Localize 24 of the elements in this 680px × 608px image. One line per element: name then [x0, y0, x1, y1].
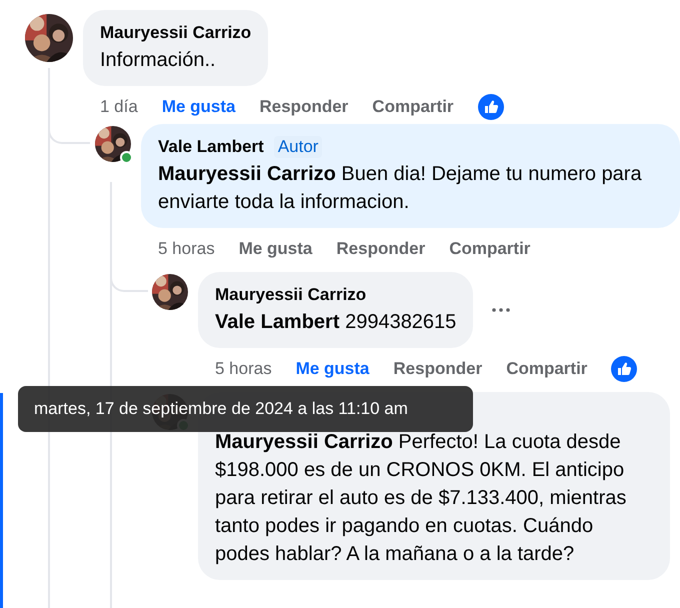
- share-link[interactable]: Compartir: [372, 97, 454, 117]
- timestamp[interactable]: 5 horas: [215, 359, 272, 379]
- thumbs-up-icon[interactable]: [478, 94, 504, 120]
- reply-link[interactable]: Responder: [393, 359, 482, 379]
- author-name[interactable]: Mauryessii Carrizo: [215, 284, 366, 306]
- reply-link[interactable]: Responder: [336, 239, 426, 259]
- date-tooltip: martes, 17 de septiembre de 2024 a las 11:10 am: [18, 386, 473, 432]
- like-link[interactable]: Me gusta: [238, 239, 312, 259]
- thumbs-up-icon[interactable]: [611, 356, 638, 382]
- comment-text: Información..: [100, 48, 217, 73]
- author-name[interactable]: Mauryessii Carrizo: [100, 22, 252, 44]
- more-icon[interactable]: [491, 307, 512, 313]
- comment-text: Mauryessii Carrizo Buen dia! Dejame tu numero para enviarte toda la informacion.: [158, 162, 643, 215]
- like-link[interactable]: Me gusta: [296, 359, 370, 379]
- comment-text: Vale Lambert 2994382615: [215, 310, 456, 335]
- author-badge: Autor: [274, 136, 322, 158]
- timestamp[interactable]: 5 horas: [158, 239, 215, 259]
- share-link[interactable]: Compartir: [506, 359, 588, 379]
- timestamp[interactable]: 1 día: [100, 97, 138, 117]
- share-link[interactable]: Compartir: [449, 239, 530, 259]
- author-name[interactable]: Vale Lambert: [158, 136, 264, 158]
- comment-text: Mauryessii Carrizo Perfecto! La cuota desde $198.000 es de un CRONOS 0KM. El anticipo para retirar el auto es de $7.133.400, mientras tanto podes ir pagando en cuotas. Cuándo podes hablar? A la mañana o a la tarde?: [215, 430, 628, 567]
- reply-link[interactable]: Responder: [260, 97, 348, 117]
- like-link[interactable]: Me gusta: [162, 97, 236, 117]
